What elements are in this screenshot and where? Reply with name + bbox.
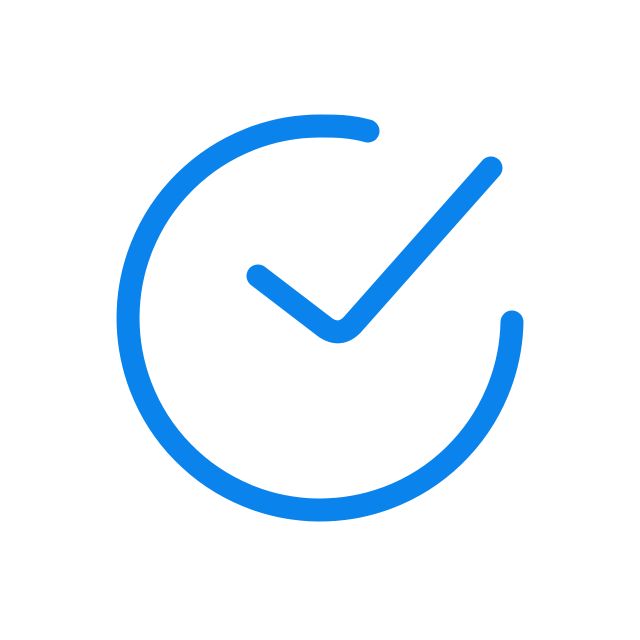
check-circle-icon — [116, 114, 524, 522]
checkmark-icon — [246, 156, 503, 344]
icon-canvas — [0, 0, 640, 640]
